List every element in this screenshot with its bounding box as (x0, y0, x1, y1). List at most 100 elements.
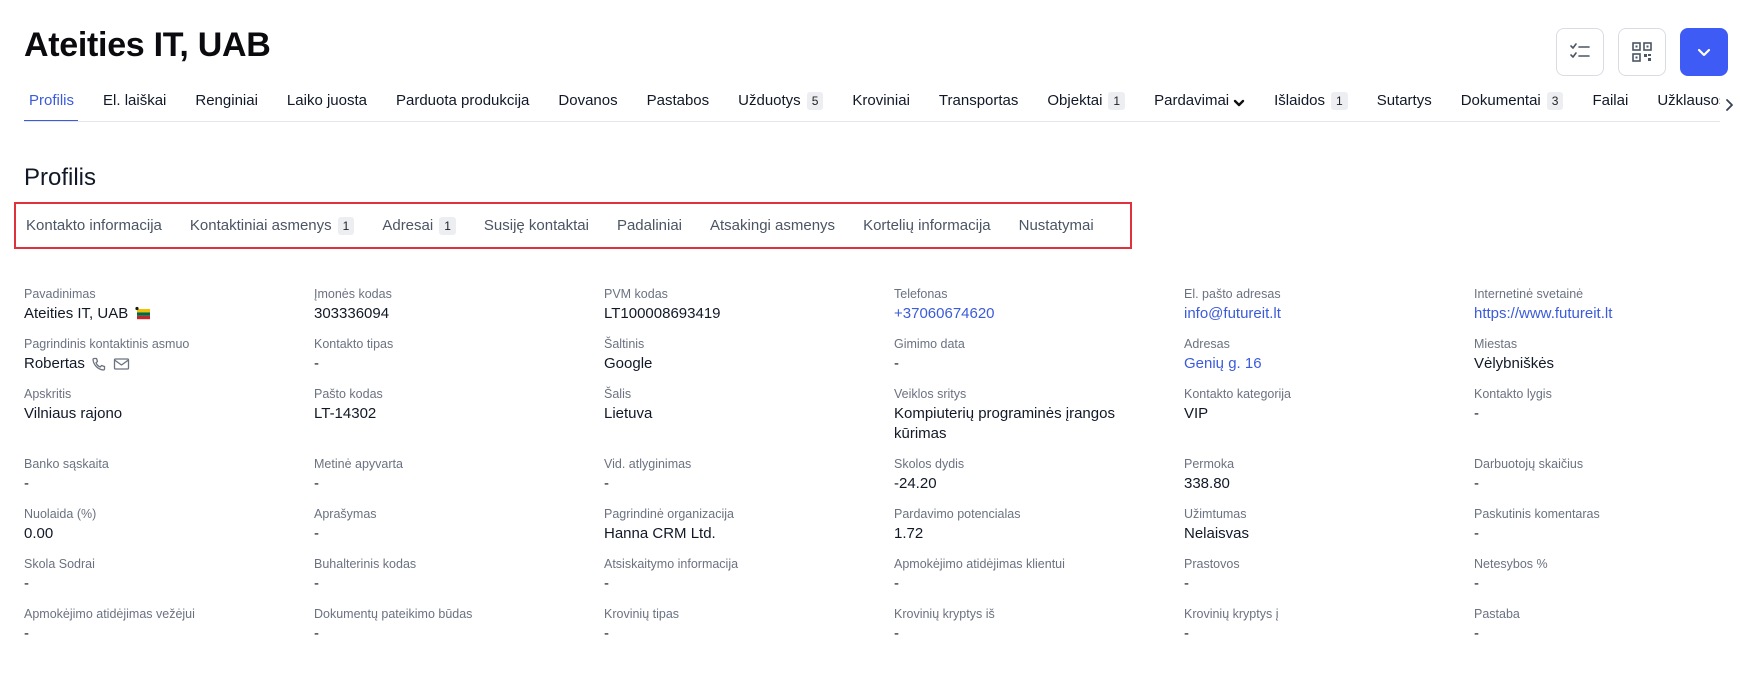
field-value: - (1184, 575, 1189, 592)
field-label: Gimimo data (894, 337, 965, 351)
tab-sutartys[interactable]: Sutartys (1372, 86, 1436, 121)
tab-uzklausos[interactable]: Užklausos (1652, 86, 1720, 121)
tab-profilis[interactable]: Profilis (24, 86, 79, 121)
company-name: Ateities IT, UAB (24, 305, 129, 322)
phone-link[interactable]: +37060674620 (894, 304, 1164, 324)
more-actions-button[interactable] (1680, 28, 1728, 76)
field-label: Paskutinis komentaras (1474, 507, 1600, 521)
subtab-korteliu-informacija[interactable]: Kortelių informacija (863, 217, 991, 234)
field-level: Kontakto lygis - (1474, 386, 1760, 456)
phone-icon[interactable] (91, 356, 107, 372)
subtab-kontakto-informacija[interactable]: Kontakto informacija (26, 217, 162, 234)
field-value: - (894, 625, 899, 642)
email-link[interactable]: info@futureit.lt (1184, 304, 1454, 324)
field-label: Pavadinimas (24, 287, 96, 301)
field-label: Įmonės kodas (314, 287, 392, 301)
checklist-button[interactable] (1556, 28, 1604, 76)
field-label: Buhalterinis kodas (314, 557, 417, 571)
subtab-atsakingi-asmenys[interactable]: Atsakingi asmenys (710, 217, 835, 234)
field-birth-date: Gimimo data - (894, 336, 1184, 386)
subtab-adresai[interactable]: Adresai 1 (382, 216, 456, 235)
field-cargo-type: Krovinių tipas - (604, 606, 894, 656)
field-label: Pašto kodas (314, 387, 383, 401)
tab-transportas[interactable]: Transportas (934, 86, 1022, 121)
tab-renginiai[interactable]: Renginiai (190, 86, 262, 121)
mail-icon[interactable] (113, 357, 130, 371)
field-label: Vid. atlyginimas (604, 457, 692, 471)
subtab-padaliniai[interactable]: Padaliniai (617, 217, 682, 234)
tab-laiko-juosta[interactable]: Laiko juosta (282, 86, 371, 121)
field-label: Pastaba (1474, 607, 1520, 621)
details-row: Pavadinimas Ateities IT, UAB Įmonės koda… (24, 286, 1744, 336)
field-main-contact: Pagrindinis kontaktinis asmuo Robertas (24, 336, 314, 386)
tabs-scroll-right-button[interactable] (1722, 96, 1736, 114)
field-note: Pastaba - (1474, 606, 1760, 656)
field-salary: Vid. atlyginimas - (604, 456, 894, 506)
field-downtime: Prastovos - (1184, 556, 1474, 606)
tab-el-laiskai[interactable]: El. laiškai (98, 86, 170, 121)
field-label: Adresas (1184, 337, 1230, 351)
website-link[interactable]: https://www.futureit.lt (1474, 304, 1744, 324)
qr-code-button[interactable] (1618, 28, 1666, 76)
profile-sub-tabs: Kontakto informacija Kontaktiniai asmeny… (14, 202, 1132, 249)
subtab-label: Nustatymai (1018, 217, 1094, 234)
field-value: - (314, 625, 319, 642)
tab-label: Sutartys (1376, 92, 1432, 109)
field-cargo-from: Krovinių kryptys iš - (894, 606, 1184, 656)
field-value: Robertas (24, 354, 294, 374)
details-row: Banko sąskaita - Metinė apyvarta - Vid. … (24, 456, 1744, 506)
field-last-comment: Paskutinis komentaras - (1474, 506, 1760, 556)
tab-label: Užduotys (738, 92, 801, 109)
field-sales-potential: Pardavimo potencialas 1.72 (894, 506, 1184, 556)
field-value: Vėlybniškės (1474, 355, 1555, 372)
field-category: Kontakto kategorija VIP (1184, 386, 1474, 456)
field-name: Pavadinimas Ateities IT, UAB (24, 286, 314, 336)
field-label: Atsiskaitymo informacija (604, 557, 739, 571)
tab-pastabos[interactable]: Pastabos (642, 86, 714, 121)
tab-objektai[interactable]: Objektai 1 (1042, 86, 1129, 121)
count-badge: 1 (1331, 92, 1348, 110)
tab-kroviniai[interactable]: Kroviniai (847, 86, 914, 121)
field-source: Šaltinis Google (604, 336, 894, 386)
field-vat-code: PVM kodas LT100008693419 (604, 286, 894, 336)
tab-dovanos[interactable]: Dovanos (553, 86, 621, 121)
field-label: Prastovos (1184, 557, 1240, 571)
tab-pardavimai[interactable]: Pardavimai (1149, 86, 1249, 121)
field-label: Miestas (1474, 337, 1518, 351)
field-city: Miestas Vėlybniškės (1474, 336, 1760, 386)
field-label: Dokumentų pateikimo būdas (314, 607, 473, 621)
tab-islaidos[interactable]: Išlaidos 1 (1269, 86, 1352, 121)
field-settlement-info: Atsiskaitymo informacija - (604, 556, 894, 606)
field-value: - (24, 475, 29, 492)
subtab-nustatymai[interactable]: Nustatymai (1019, 217, 1094, 234)
field-address: Adresas Genių g. 16 (1184, 336, 1474, 386)
subtab-kontaktiniai-asmenys[interactable]: Kontaktiniai asmenys 1 (190, 216, 355, 235)
details-row: Pagrindinis kontaktinis asmuo Robertas K… (24, 336, 1744, 386)
subtab-susije-kontaktai[interactable]: Susiję kontaktai (484, 217, 589, 234)
field-value: - (314, 525, 319, 542)
field-label: Aprašymas (314, 507, 377, 521)
field-occupancy: Užimtumas Nelaisvas (1184, 506, 1474, 556)
field-postal-code: Pašto kodas LT-14302 (314, 386, 604, 456)
details-row: Nuolaida (%) 0.00 Aprašymas - Pagrindinė… (24, 506, 1744, 556)
field-label: Netesybos % (1474, 557, 1548, 571)
tab-label: Dovanos (558, 92, 618, 109)
tab-parduota-produkcija[interactable]: Parduota produkcija (391, 86, 533, 121)
field-value: - (1474, 525, 1479, 542)
field-value: - (1474, 625, 1479, 642)
field-label: PVM kodas (604, 287, 668, 301)
address-link[interactable]: Genių g. 16 (1184, 354, 1454, 374)
field-value: Vilniaus rajono (24, 405, 123, 422)
tab-failai[interactable]: Failai (1587, 86, 1632, 121)
details-row: Skola Sodrai - Buhalterinis kodas - Atsi… (24, 556, 1744, 606)
field-discount: Nuolaida (%) 0.00 (24, 506, 314, 556)
tab-uzduotys[interactable]: Užduotys 5 (733, 86, 827, 121)
field-email: El. pašto adresas info@futureit.lt (1184, 286, 1474, 336)
count-badge: 1 (439, 216, 456, 235)
tab-dokumentai[interactable]: Dokumentai 3 (1456, 86, 1568, 121)
count-badge: 1 (1108, 92, 1126, 110)
field-value: 1.72 (894, 525, 924, 542)
field-sodra-debt: Skola Sodrai - (24, 556, 314, 606)
field-label: Banko sąskaita (24, 457, 109, 471)
count-badge: 1 (337, 216, 355, 235)
